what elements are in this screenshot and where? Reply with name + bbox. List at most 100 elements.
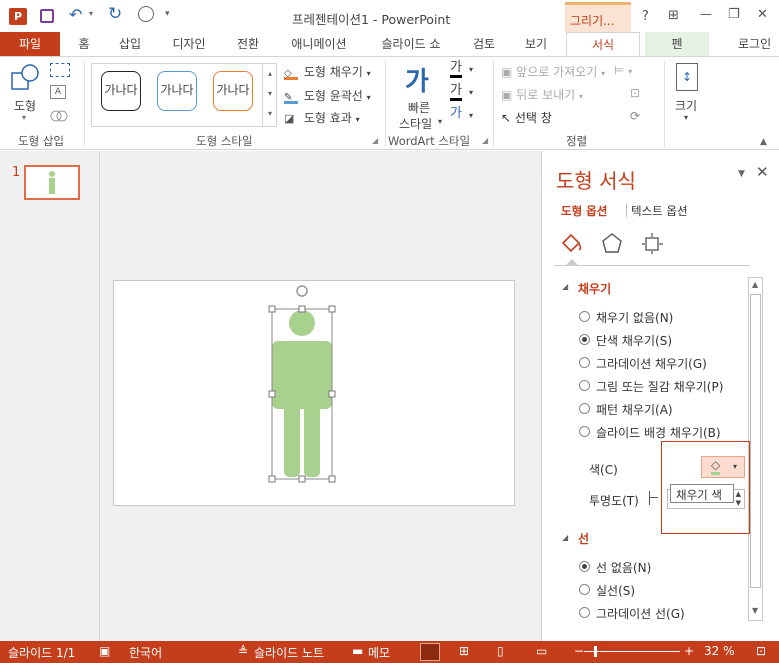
minimize-button[interactable]: — — [700, 7, 712, 21]
transparency-slider[interactable] — [649, 491, 658, 505]
pane-options-icon[interactable]: ▼ — [738, 169, 745, 179]
merge-shapes-icon[interactable] — [50, 109, 68, 123]
zoom-out-icon[interactable]: − — [574, 644, 584, 658]
reading-view-icon[interactable]: ▯ — [497, 644, 504, 658]
fit-to-window-icon[interactable]: ⊡ — [756, 644, 766, 658]
save-icon[interactable] — [40, 9, 54, 23]
notes-icon[interactable]: ≜ — [238, 644, 248, 658]
shapes-button-label[interactable]: 도형 — [14, 97, 36, 114]
shapes-dropdown-icon[interactable]: ▾ — [22, 113, 26, 122]
option-no-fill[interactable]: 채우기 없음(N) — [596, 309, 673, 326]
tab-slideshow[interactable]: 슬라이드 쇼 — [368, 32, 454, 56]
chevron-down-icon[interactable]: ▾ — [469, 65, 473, 74]
option-picture-fill[interactable]: 그림 또는 질감 채우기(P) — [596, 378, 723, 395]
radio-pattern-fill[interactable] — [579, 403, 590, 414]
group-icon[interactable]: ⊡ — [630, 86, 640, 100]
tab-text-options[interactable]: 텍스트 옵션 — [631, 203, 688, 219]
zoom-level[interactable]: 32 % — [704, 644, 735, 658]
undo-dropdown-icon[interactable]: ▾ — [89, 9, 93, 18]
size-properties-icon[interactable] — [640, 231, 664, 255]
option-solid-fill[interactable]: 단색 채우기(S) — [596, 332, 672, 349]
tab-pen[interactable]: 펜 — [645, 32, 709, 56]
slide-canvas[interactable] — [113, 280, 515, 506]
fill-section-header[interactable]: 채우기 — [578, 280, 611, 297]
radio-no-line[interactable] — [579, 561, 590, 572]
shape-style-swatch-black[interactable]: 가나다 — [101, 71, 141, 111]
shapes-gallery-icon[interactable] — [10, 63, 42, 93]
option-gradient-fill[interactable]: 그라데이션 채우기(G) — [596, 355, 707, 372]
normal-view-icon[interactable] — [420, 643, 440, 661]
quick-styles-label-1[interactable]: 빠른 — [408, 99, 430, 116]
tab-animations[interactable]: 애니메이션 — [280, 32, 358, 56]
collapse-ribbon-icon[interactable]: ▲ — [760, 137, 767, 147]
slide-thumbnail[interactable] — [24, 165, 80, 200]
chevron-down-icon[interactable]: ▾ — [469, 111, 473, 120]
shape-outline-button[interactable]: ✎ 도형 윤곽선 ▾ — [284, 87, 371, 104]
edit-shape-icon[interactable] — [50, 63, 70, 77]
radio-no-fill[interactable] — [579, 311, 590, 322]
send-backward-button[interactable]: ▣ 뒤로 보내기 ▾ — [501, 86, 583, 103]
radio-gradient-fill[interactable] — [579, 357, 590, 368]
notes-button[interactable]: 슬라이드 노트 — [254, 644, 324, 661]
option-background-fill[interactable]: 슬라이드 배경 채우기(B) — [596, 424, 721, 441]
tab-insert[interactable]: 삽입 — [108, 32, 152, 56]
tab-shape-options[interactable]: 도형 옵션 — [561, 203, 607, 219]
tab-view[interactable]: 보기 — [514, 32, 558, 56]
effects-pentagon-icon[interactable] — [600, 231, 624, 255]
size-dropdown-icon[interactable]: ▾ — [684, 113, 688, 122]
language-indicator[interactable]: 한국어 — [129, 644, 162, 661]
tab-design[interactable]: 디자인 — [162, 32, 216, 56]
comments-button[interactable]: 메모 — [368, 644, 390, 661]
restore-button[interactable]: ❐ — [728, 7, 740, 22]
ribbon-display-options-button[interactable]: ⊞ — [668, 8, 679, 23]
size-label[interactable]: 크기 — [675, 97, 697, 114]
dialog-launcher-icon[interactable]: ◢ — [482, 136, 488, 145]
fill-section-collapse-icon[interactable]: ◢ — [562, 282, 568, 291]
person-shape[interactable] — [114, 281, 516, 507]
tab-home[interactable]: 홈 — [64, 32, 104, 56]
text-box-icon[interactable]: A — [50, 85, 66, 99]
tab-review[interactable]: 검토 — [462, 32, 506, 56]
shape-style-swatch-orange[interactable]: 가나다 — [213, 71, 253, 111]
text-fill-icon[interactable]: 가 — [450, 61, 462, 78]
tab-file[interactable]: 파일 — [0, 32, 60, 56]
option-no-line[interactable]: 선 없음(N) — [596, 559, 651, 576]
rotate-icon[interactable]: ⟳ — [630, 109, 640, 123]
shape-effects-button[interactable]: ◪ 도형 효과 ▾ — [284, 109, 360, 126]
chevron-down-icon[interactable]: ▾ — [469, 88, 473, 97]
slideshow-view-icon[interactable]: ▭ — [536, 644, 547, 658]
line-section-collapse-icon[interactable]: ◢ — [562, 533, 568, 542]
scroll-down-icon[interactable]: ▼ — [752, 606, 758, 615]
text-outline-icon[interactable]: 가 — [450, 84, 462, 101]
zoom-in-icon[interactable]: + — [684, 644, 694, 658]
radio-background-fill[interactable] — [579, 426, 590, 437]
slide-sorter-icon[interactable]: ⊞ — [459, 644, 469, 658]
spinner-arrows-icon[interactable]: ▲ ▼ — [736, 490, 741, 508]
quick-styles-icon[interactable]: 가 — [405, 61, 429, 98]
text-effects-icon[interactable]: 가 — [450, 107, 462, 121]
dialog-launcher-icon[interactable]: ◢ — [372, 136, 378, 145]
radio-solid-line[interactable] — [579, 584, 590, 595]
option-solid-line[interactable]: 실선(S) — [596, 582, 635, 599]
radio-picture-fill[interactable] — [579, 380, 590, 391]
tab-transitions[interactable]: 전환 — [226, 32, 270, 56]
shape-fill-button[interactable]: ◇ 도형 채우기 ▾ — [284, 63, 371, 80]
undo-icon[interactable]: ↶ — [69, 5, 82, 24]
close-button[interactable]: ✕ — [757, 7, 768, 22]
size-icon[interactable]: ↕ — [676, 63, 698, 91]
line-section-header[interactable]: 선 — [578, 530, 589, 547]
radio-gradient-line[interactable] — [579, 607, 590, 618]
pane-scrollbar[interactable]: ▲ ▼ — [748, 277, 763, 621]
radio-solid-fill[interactable] — [579, 334, 590, 345]
scroll-thumb[interactable] — [750, 294, 761, 588]
selection-pane-button[interactable]: ↖ 선택 창 — [501, 109, 552, 126]
redo-icon[interactable]: ↻ — [108, 4, 122, 24]
slideshow-from-start-icon[interactable] — [138, 6, 154, 22]
spelling-icon[interactable]: ▣ — [99, 644, 110, 658]
tab-format[interactable]: 서식 — [566, 32, 640, 57]
shape-style-swatch-blue[interactable]: 가나다 — [157, 71, 197, 111]
zoom-slider-thumb[interactable] — [594, 646, 597, 657]
quick-styles-dropdown-icon[interactable]: ▾ — [438, 117, 442, 126]
align-icon[interactable]: ⊨ ▾ — [614, 63, 632, 77]
help-button[interactable]: ? — [642, 9, 649, 24]
